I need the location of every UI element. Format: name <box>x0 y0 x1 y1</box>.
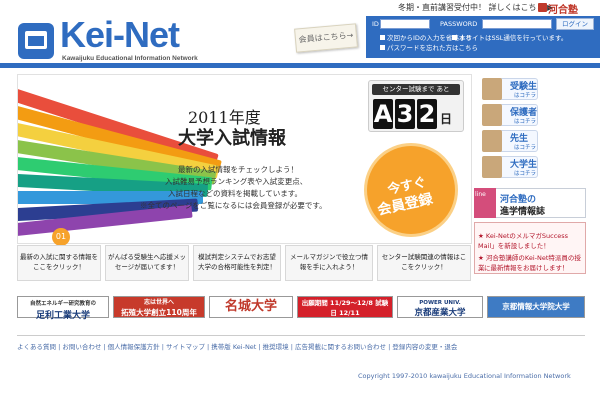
ashikaga-banner[interactable]: 自然エネルギー研究教育の 足利工業大学 <box>17 296 109 321</box>
winter-course-link[interactable]: 冬期・直前講習受付中！ 詳しくはこちら ▶ <box>398 2 553 13</box>
news-item[interactable]: ★ Kei-NetのメルマガSuccess Mail」を新設しました！ <box>478 230 582 250</box>
parent-photo-icon <box>482 104 502 126</box>
site-subtitle: Kawaijuku Educational Information Networ… <box>62 55 198 62</box>
hero-desc: 入試難易予想ランキング表や入試変更点、 <box>165 177 308 186</box>
number-badge: 01 <box>52 228 70 246</box>
kyoto-sangyo-banner[interactable]: POWER UNIV. 京都産業大学 <box>397 296 483 318</box>
arrow-icon <box>380 45 385 50</box>
hero-desc: 最新の入試情報をチェックしよう！ <box>178 165 298 174</box>
promo-text: メールマガジンで役立つ情報を手に入れよう！ <box>290 253 368 271</box>
hero-title: 大学入試情報 <box>178 128 286 149</box>
footer-links[interactable]: よくある質問 | お問い合わせ | 個人情報保護方針 | サイトマップ | 携帯… <box>17 341 457 351</box>
banner-sub: POWER UNIV. <box>419 300 461 306</box>
hero-desc: 入試日程などの資料を掲載しています。 <box>168 189 303 198</box>
forgot-password-link[interactable]: パスワードを忘れた方はこちら <box>380 42 478 52</box>
countdown-label: センター試験まで あと <box>372 84 460 95</box>
countdown-unit: 日 <box>440 112 453 126</box>
exam-date-banner[interactable]: 出願期間 11/29～12/8 試験日 12/11 <box>297 296 393 318</box>
footer-divider <box>17 335 585 336</box>
promo-text: センター試験関連の情報はここをクリック！ <box>381 253 467 271</box>
kyoto-info-banner[interactable]: 京都情報大学院大学 <box>487 296 585 318</box>
header-band <box>0 63 600 68</box>
hero-desc: ※全てのページをご覧になるには会員登録が必要です。 <box>140 201 327 210</box>
site-logo[interactable]: Kei-Net <box>60 14 180 56</box>
promo-text: 模試判定システムでお志望大学の合格可能性を判定！ <box>198 253 276 271</box>
banner-text: 拓殖大学創立110周年 <box>121 308 197 317</box>
magazine-label: line <box>475 191 486 198</box>
banner-text: 足利工業大学 <box>35 311 90 321</box>
meijo-banner[interactable]: 名城大学 <box>209 296 293 318</box>
banner-sub: 自然エネルギー研究教育の <box>29 301 96 307</box>
news-item[interactable]: に最新情報をお届けします！ <box>484 262 584 272</box>
student-photo-icon <box>482 78 502 100</box>
promo-text: がんばる受験生へ応援メッセージが届いてます！ <box>108 253 186 271</box>
id-input[interactable] <box>380 19 430 29</box>
takushoku-banner[interactable]: 志は世界へ 拓殖大学創立110周年 <box>113 296 205 318</box>
copyright: Copyright 1997-2010 kawaijuku Educationa… <box>358 372 571 380</box>
kawai-logo[interactable]: 河合塾 <box>548 1 578 16</box>
side-menu-sub: はコチラ <box>514 93 537 99</box>
password-label: PASSWORD <box>440 20 478 28</box>
kawai-logo-icon <box>538 3 547 12</box>
countdown-digit: 2 <box>417 99 437 129</box>
id-label: ID <box>372 20 379 28</box>
side-menu-sub: はコチラ <box>514 145 537 151</box>
university-photo-icon <box>482 156 502 178</box>
countdown-digit: 3 <box>395 99 415 129</box>
teacher-photo-icon <box>482 130 502 152</box>
book-shape <box>25 31 47 49</box>
promo-text: 最新の入試に関する情報をここをクリック！ <box>20 253 98 271</box>
side-menu-sub: はコチラ <box>514 171 537 177</box>
password-input[interactable] <box>482 19 552 29</box>
countdown-digit: A <box>373 99 393 129</box>
ssl-notice: 本サイトはSSL通信を行っています。 <box>452 32 567 42</box>
login-button[interactable]: ログイン <box>556 18 594 30</box>
banner-sub: 志は世界へ <box>143 299 174 306</box>
member-link[interactable]: 会員はこちら→ <box>294 23 358 53</box>
kawai-box-title: 進学情報誌 <box>500 207 546 217</box>
info-icon <box>452 35 457 40</box>
side-menu-sub: はコチラ <box>514 119 537 125</box>
banner-text: 京都産業大学 <box>414 308 466 318</box>
checkbox-icon[interactable] <box>380 35 385 40</box>
